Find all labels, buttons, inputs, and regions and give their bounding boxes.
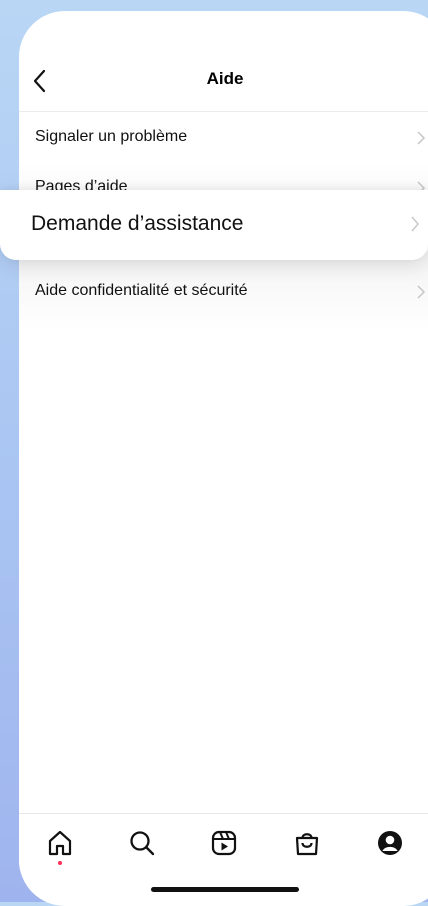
chevron-right-icon — [417, 131, 426, 145]
menu-item-privacy-security-help[interactable]: Aide confidentialité et sécurité — [19, 267, 428, 317]
notification-dot — [58, 861, 62, 865]
menu-item-assistance-request[interactable]: Demande d’assistance — [0, 190, 428, 260]
search-icon[interactable] — [127, 828, 157, 858]
phone-screen: Aide Signaler un problème Pages d’aide A… — [19, 11, 428, 906]
chevron-right-icon — [417, 285, 426, 299]
reels-icon[interactable] — [209, 828, 239, 858]
menu-item-report-problem[interactable]: Signaler un problème — [19, 113, 428, 163]
home-icon[interactable] — [45, 828, 75, 858]
tab-bar — [19, 813, 428, 874]
menu-item-label: Demande d’assistance — [31, 212, 244, 235]
menu-item-label: Aide confidentialité et sécurité — [35, 282, 248, 299]
chevron-right-icon — [411, 216, 419, 232]
profile-icon[interactable] — [375, 828, 405, 858]
home-indicator — [151, 887, 299, 892]
shop-icon[interactable] — [292, 828, 322, 858]
header: Aide — [19, 63, 428, 112]
page-title: Aide — [206, 69, 244, 88]
menu-item-label: Signaler un problème — [35, 128, 188, 145]
